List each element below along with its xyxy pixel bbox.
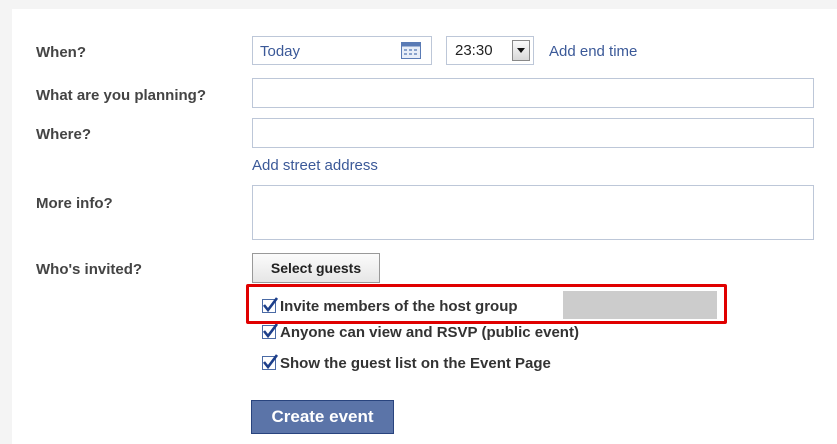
where-input[interactable]: [252, 118, 814, 148]
select-guests-button[interactable]: Select guests: [252, 253, 380, 283]
planning-input[interactable]: [252, 78, 814, 108]
more-info-textarea[interactable]: [252, 185, 814, 240]
highlight-box: [246, 284, 727, 324]
invited-label: Who's invited?: [36, 261, 143, 278]
option-show-guest-list[interactable]: Show the guest list on the Event Page: [262, 353, 551, 373]
create-event-button[interactable]: Create event: [251, 400, 394, 434]
checkbox-show-guest-list[interactable]: [262, 354, 278, 370]
planning-label: What are you planning?: [36, 87, 207, 104]
checkbox-public-event[interactable]: [262, 323, 278, 339]
option-label: Anyone can view and RSVP (public event): [280, 323, 579, 341]
checkmark-icon: [262, 354, 278, 370]
when-label: When?: [36, 44, 86, 61]
time-value: 23:30: [455, 42, 493, 59]
dropdown-arrow-button[interactable]: [512, 40, 530, 61]
option-public-event[interactable]: Anyone can view and RSVP (public event): [262, 322, 579, 342]
checkmark-icon: [262, 323, 278, 339]
calendar-icon[interactable]: [401, 42, 421, 59]
add-street-address-link[interactable]: Add street address: [252, 157, 378, 174]
more-info-label: More info?: [36, 195, 113, 212]
option-label: Show the guest list on the Event Page: [280, 354, 551, 372]
chevron-down-icon: [517, 48, 525, 53]
add-end-time-link[interactable]: Add end time: [549, 43, 637, 60]
where-label: Where?: [36, 126, 92, 143]
time-select[interactable]: 23:30: [446, 36, 534, 65]
date-field[interactable]: Today: [252, 36, 432, 65]
date-value: Today: [260, 43, 301, 60]
